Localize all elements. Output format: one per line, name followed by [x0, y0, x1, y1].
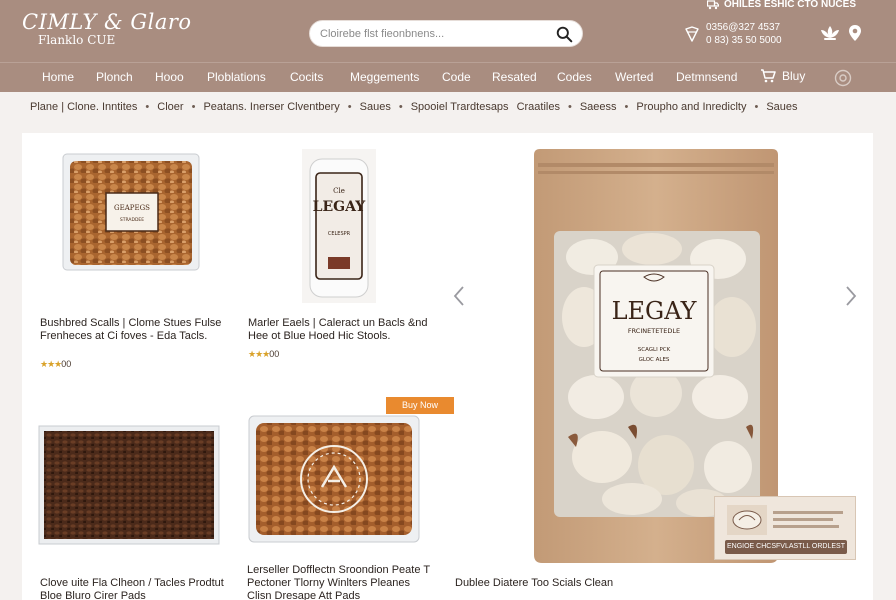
- rating-value: 00: [61, 359, 72, 369]
- breadcrumb-item[interactable]: Proupho and Inrediclty: [636, 101, 746, 113]
- logo-title: CIMLY & Glaro: [22, 10, 192, 34]
- site-header: CIMLY & Glaro Flanklo CUE OHILES ESHIC C…: [0, 0, 896, 62]
- nav-item-ploblations[interactable]: Ploblations: [207, 70, 266, 84]
- breadcrumb-item[interactable]: Saues: [766, 101, 797, 113]
- product-image[interactable]: [38, 425, 220, 545]
- breadcrumb-separator: •: [347, 101, 352, 113]
- main-nav: Home Plonch Hooo Ploblations Cocits Megg…: [0, 62, 896, 92]
- breadcrumb-item[interactable]: Craatiles: [517, 101, 560, 113]
- nav-item-codes[interactable]: Codes: [557, 70, 592, 84]
- product-image[interactable]: [248, 415, 420, 543]
- package-label-text: GEAPEGS: [114, 204, 150, 212]
- truck-icon: [706, 0, 719, 9]
- breadcrumb-item[interactable]: Saues: [360, 101, 391, 113]
- search-box[interactable]: [309, 20, 583, 47]
- breadcrumb-separator: •: [754, 101, 759, 113]
- product-rating: ★★★00: [40, 359, 71, 370]
- buy-now-badge[interactable]: Buy Now: [386, 397, 454, 414]
- rating-stars: ★★★: [40, 359, 62, 369]
- nav-item-cocits[interactable]: Cocits: [290, 70, 323, 84]
- breadcrumb-item[interactable]: Spooiel Trardtesaps: [411, 101, 509, 113]
- breadcrumb-separator: •: [624, 101, 629, 113]
- product-rating: ★★★00: [248, 349, 279, 360]
- thumbnail-text-lines: [773, 511, 843, 528]
- product-name[interactable]: Marler Eaels | Caleract un Bacls &nd Hee…: [248, 317, 438, 343]
- chevron-right-icon[interactable]: [844, 285, 858, 307]
- gallery-thumbnail[interactable]: ENGIOE CHCSFVLASTLL ORDLEST: [714, 496, 856, 560]
- breadcrumb-separator: •: [191, 101, 196, 113]
- nav-item-werted[interactable]: Werted: [615, 70, 653, 84]
- product-name[interactable]: Clove uite Fla Clheon / Tacles Prodtut B…: [40, 577, 236, 600]
- breadcrumb: Plane | Clone. Inntites • Cloer • Peatans. I…: [30, 101, 880, 113]
- nav-item-code[interactable]: Code: [442, 70, 471, 84]
- breadcrumb-separator: •: [567, 101, 572, 113]
- breadcrumb-item[interactable]: Peatans. Inerser Clventbery: [203, 101, 339, 113]
- header-icons: [820, 24, 862, 42]
- top-link-text[interactable]: OHILES ESHIC CTO NUCES: [724, 0, 856, 10]
- thumbnail-label: ENGIOE CHCSFVLASTLL ORDLEST: [725, 540, 847, 554]
- package-label-subtext: CELESPR: [328, 231, 351, 237]
- lotus-icon[interactable]: [820, 24, 840, 42]
- site-logo[interactable]: CIMLY & Glaro Flanklo CUE: [22, 10, 192, 46]
- phone-contact[interactable]: 0356@327 4537 0 83) 35 50 5000: [684, 21, 782, 47]
- nav-item-meggements[interactable]: Meggements: [350, 70, 419, 84]
- nav-item-plonch[interactable]: Plonch: [96, 70, 133, 84]
- product-name[interactable]: Dublee Diatere Too Scials Clean: [455, 577, 625, 590]
- breadcrumb-item[interactable]: Plane | Clone. Inntites: [30, 101, 137, 113]
- package-label-text: Cle: [333, 187, 345, 195]
- search-input[interactable]: [320, 24, 550, 44]
- breadcrumb-separator: •: [145, 101, 150, 113]
- product-image[interactable]: Cle LEGAY CELESPR: [302, 149, 376, 303]
- package-label-subtext: STRADDEE: [120, 217, 144, 223]
- logo-subtitle: Flanklo CUE: [38, 33, 116, 47]
- nav-item-resated[interactable]: Resated: [492, 70, 537, 84]
- phone-line-1: 0356@327 4537: [706, 22, 781, 33]
- package-label-brand: LEGAY: [612, 297, 698, 325]
- cart-label: Bluy: [782, 69, 806, 83]
- thumbnail-image: [727, 505, 767, 535]
- nav-item-home[interactable]: Home: [42, 70, 74, 84]
- package-label-detail: SCAGLI PCK: [638, 347, 671, 353]
- chevron-left-icon[interactable]: [452, 285, 466, 307]
- phone-icon: [685, 26, 699, 42]
- settings-icon[interactable]: [834, 69, 852, 87]
- cart-icon: [761, 69, 776, 83]
- rating-stars: ★★★: [248, 349, 270, 359]
- nav-item-hooo[interactable]: Hooo: [155, 70, 184, 84]
- top-links: OHILES ESHIC CTO NUCES: [706, 0, 856, 10]
- breadcrumb-item[interactable]: Saeess: [580, 101, 617, 113]
- nav-item-detmnsend[interactable]: Detmnsend: [676, 70, 737, 84]
- package-label-subtext: FRCINETETEDLE: [628, 327, 680, 335]
- product-image[interactable]: GEAPEGS STRADDEE: [62, 153, 200, 271]
- product-name[interactable]: Bushbred Scalls | Clome Stues Fulse Fren…: [40, 317, 230, 343]
- product-grid-panel: GEAPEGS STRADDEE Bushbred Scalls | Clome…: [22, 133, 873, 600]
- package-label-detail: GLOC ALES: [639, 357, 670, 363]
- rating-value: 00: [269, 349, 280, 359]
- product-name[interactable]: Lerseller Dofflectn Sroondion Peate T Pe…: [247, 564, 433, 600]
- search-icon[interactable]: [556, 26, 573, 43]
- location-pin-icon[interactable]: [848, 24, 862, 42]
- breadcrumb-separator: •: [398, 101, 403, 113]
- phone-line-2: 0 83) 35 50 5000: [706, 35, 782, 46]
- package-label-brand: LEGAY: [313, 199, 367, 215]
- cart-button[interactable]: Bluy: [760, 69, 805, 83]
- breadcrumb-item[interactable]: Cloer: [157, 101, 183, 113]
